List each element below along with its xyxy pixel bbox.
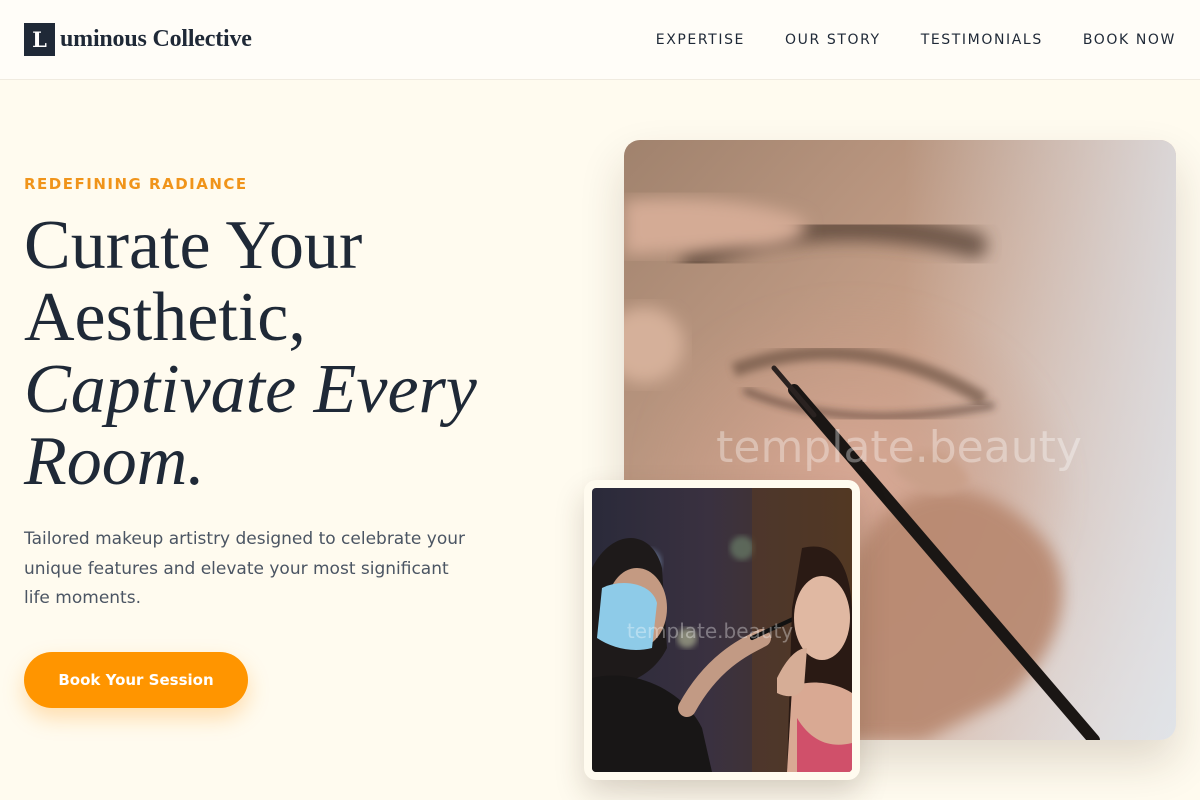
headline-line-1: Curate Your bbox=[24, 207, 363, 284]
book-session-button[interactable]: Book Your Session bbox=[24, 652, 248, 708]
main-image-watermark: template.beauty bbox=[716, 422, 1082, 473]
inset-image-watermark: template.beauty bbox=[627, 619, 793, 643]
nav-link-expertise[interactable]: EXPERTISE bbox=[656, 32, 745, 48]
headline-line-4: Room. bbox=[24, 423, 205, 500]
headline-line-2: Aesthetic, bbox=[24, 279, 306, 356]
inset-image: template.beauty bbox=[592, 488, 852, 772]
makeup-artist-illustration: template.beauty bbox=[592, 488, 852, 772]
logo-mark: L bbox=[24, 23, 55, 56]
headline-line-3: Captivate Every bbox=[24, 351, 477, 428]
logo-text: uminous Collective bbox=[60, 26, 252, 52]
hero-subtext: Tailored makeup artistry designed to cel… bbox=[24, 529, 465, 608]
inset-image-frame: template.beauty bbox=[584, 480, 860, 780]
main-nav: EXPERTISE OUR STORY TESTIMONIALS BOOK NO… bbox=[656, 32, 1176, 48]
logo[interactable]: L uminous Collective bbox=[24, 23, 252, 56]
nav-link-testimonials[interactable]: TESTIMONIALS bbox=[921, 32, 1043, 48]
nav-link-our-story[interactable]: OUR STORY bbox=[785, 32, 881, 48]
site-header: L uminous Collective EXPERTISE OUR STORY… bbox=[0, 0, 1200, 80]
hero-headline: Curate Your Aesthetic, Captivate Every R… bbox=[24, 210, 544, 498]
hero-eyebrow: REDEFINING RADIANCE bbox=[24, 175, 248, 193]
nav-link-book-now[interactable]: BOOK NOW bbox=[1083, 32, 1176, 48]
